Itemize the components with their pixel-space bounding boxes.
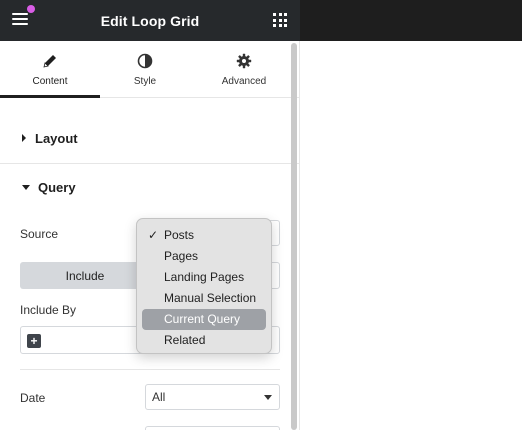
panel-tabs: Content Style Advanced [0,41,300,98]
preview-canvas [301,41,522,430]
tab-style-label: Style [133,76,157,87]
source-label: Source [20,227,59,241]
half-circle-icon [137,53,153,69]
section-layout[interactable]: Layout [0,113,300,163]
option-label: Manual Selection [164,291,257,305]
next-select[interactable] [145,426,280,430]
dropdown-option-current-query[interactable]: Current Query [142,309,266,330]
dropdown-option-related[interactable]: Related [142,330,266,351]
pencil-icon [43,55,56,68]
section-layout-title: Layout [35,130,78,146]
option-label: Related [164,333,206,347]
widgets-grid-icon[interactable] [273,13,287,27]
chevron-down-icon [264,395,272,400]
tab-style[interactable]: Style [95,41,195,98]
caret-down-icon [22,184,30,190]
menu-icon[interactable] [12,13,28,27]
date-label: Date [20,391,46,405]
tab-content-label: Content [32,76,68,87]
option-label: Pages [164,249,199,263]
tab-advanced-label: Advanced [221,76,267,87]
panel-scrollbar[interactable] [291,43,297,430]
include-tab[interactable]: Include [20,262,150,289]
panel-header: Edit Loop Grid [0,0,300,41]
dropdown-option-posts[interactable]: ✓ Posts [142,225,266,246]
tab-advanced[interactable]: Advanced [194,41,294,98]
notification-dot [27,5,35,13]
plus-icon[interactable]: + [27,334,41,348]
checkmark-icon: ✓ [148,228,159,242]
section-query-title: Query [38,179,76,195]
option-label: Posts [164,228,195,242]
gear-icon [236,53,252,69]
dropdown-option-landing-pages[interactable]: Landing Pages [142,267,266,288]
source-dropdown-menu: ✓ Posts Pages Landing Pages Manual Selec… [136,218,272,354]
date-select-value: All [152,390,166,404]
dropdown-option-pages[interactable]: Pages [142,246,266,267]
option-label: Current Query [164,312,241,326]
caret-right-icon [22,134,26,142]
tab-content[interactable]: Content [0,41,100,98]
include-by-label: Include By [20,303,77,317]
control-separator [20,369,280,370]
dropdown-option-manual-selection[interactable]: Manual Selection [142,288,266,309]
option-label: Landing Pages [164,270,245,284]
editor-app: Edit Loop Grid Content Style Advanced La… [0,0,522,430]
section-query[interactable]: Query [0,162,300,212]
date-select[interactable]: All [145,384,280,410]
panel-title: Edit Loop Grid [100,12,200,29]
